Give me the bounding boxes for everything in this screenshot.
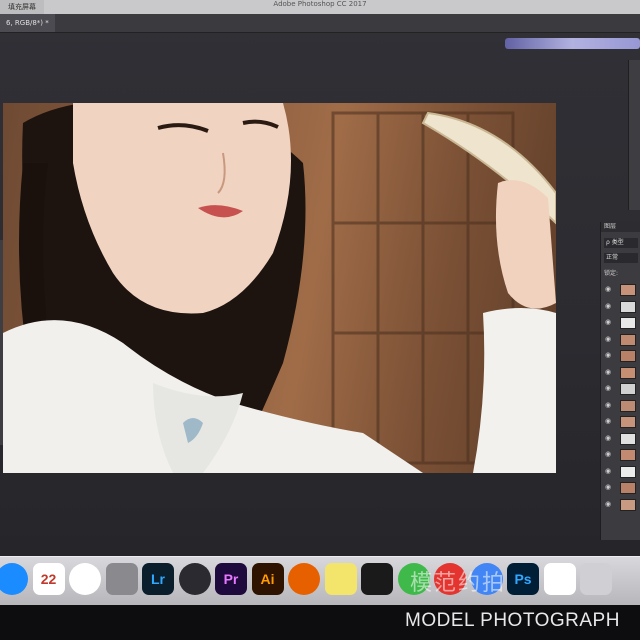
layer-row[interactable]: ◉ <box>601 332 640 346</box>
visibility-eye-icon[interactable]: ◉ <box>605 285 613 293</box>
finder-window-icon[interactable] <box>543 563 576 595</box>
portrait-photo <box>3 103 556 473</box>
stickies-icon[interactable] <box>324 563 357 595</box>
layer-thumbnail <box>620 366 636 379</box>
app-title: Adobe Photoshop CC 2017 <box>273 0 367 8</box>
visibility-eye-icon[interactable]: ◉ <box>605 318 613 326</box>
document-info[interactable]: 6, RGB/8*) * <box>0 14 55 32</box>
layer-row[interactable]: ◉ <box>601 497 640 511</box>
visibility-eye-icon[interactable]: ◉ <box>605 500 613 508</box>
lock-label: 锁定: <box>604 270 619 277</box>
layer-thumbnail <box>620 383 636 395</box>
layer-thumbnail <box>620 498 636 511</box>
visibility-eye-icon[interactable]: ◉ <box>605 483 613 491</box>
layer-thumbnail <box>620 449 636 461</box>
layer-row[interactable]: ◉ <box>601 315 640 329</box>
layer-row[interactable]: ◉ <box>601 348 640 362</box>
blend-mode-select[interactable]: 正常 <box>604 253 638 263</box>
layer-row[interactable]: ◉ <box>601 398 640 412</box>
visibility-eye-icon[interactable]: ◉ <box>605 302 613 310</box>
layer-row[interactable]: ◉ <box>601 480 640 494</box>
qq-icon[interactable] <box>361 563 393 595</box>
photoshop-icon[interactable]: Ps <box>507 563 539 595</box>
layer-thumbnail <box>620 350 636 362</box>
system-preferences-icon[interactable] <box>105 563 138 595</box>
davinci-resolve-icon[interactable] <box>178 563 211 595</box>
safari-icon[interactable] <box>0 563 28 595</box>
layer-row[interactable]: ◉ <box>601 365 640 379</box>
layer-thumbnail <box>620 399 636 412</box>
dock: 22 Lr Pr Ai Ps <box>0 556 640 605</box>
lightroom-icon[interactable]: Lr <box>142 563 174 595</box>
layer-row[interactable]: ◉ <box>601 282 640 296</box>
visibility-eye-icon[interactable]: ◉ <box>605 450 613 458</box>
visibility-eye-icon[interactable]: ◉ <box>605 368 613 376</box>
trash-icon[interactable] <box>580 563 612 595</box>
watermark-logo: 模范约拍 <box>410 571 507 596</box>
layers-panel[interactable]: 图层 ρ 类型 正常 锁定: ◉ ◉ ◉ ◉ ◉ ◉ ◉ ◉ ◉ ◉ ◉ ◉ ◉ ◉ <box>600 222 640 540</box>
layer-thumbnail <box>620 317 636 329</box>
layer-row[interactable]: ◉ <box>601 381 640 395</box>
layer-row[interactable]: ◉ <box>601 414 640 428</box>
layer-thumbnail <box>620 416 636 428</box>
photo-canvas[interactable] <box>3 103 556 473</box>
premiere-icon[interactable]: Pr <box>215 563 247 595</box>
visibility-eye-icon[interactable]: ◉ <box>605 434 613 442</box>
photos-icon[interactable] <box>69 563 101 595</box>
calendar-icon[interactable]: 22 <box>32 563 65 595</box>
layer-row[interactable]: ◉ <box>601 447 640 461</box>
visibility-eye-icon[interactable]: ◉ <box>605 384 613 392</box>
visibility-eye-icon[interactable]: ◉ <box>605 417 613 425</box>
visibility-eye-icon[interactable]: ◉ <box>605 401 613 409</box>
illustrator-icon[interactable]: Ai <box>251 563 284 595</box>
layer-thumbnail <box>620 333 636 346</box>
layer-thumbnail <box>620 482 636 494</box>
options-bar-highlight <box>505 38 640 49</box>
title-bar: 填充屏幕 Adobe Photoshop CC 2017 <box>0 0 640 14</box>
layer-filter-input[interactable]: ρ 类型 <box>604 238 638 248</box>
layers-panel-title[interactable]: 图层 <box>601 222 640 232</box>
layer-row[interactable]: ◉ <box>601 299 640 313</box>
layer-thumbnail <box>620 300 636 313</box>
layer-row[interactable]: ◉ <box>601 431 640 445</box>
layer-thumbnail <box>620 284 636 296</box>
firefox-icon[interactable] <box>288 563 320 595</box>
watermark-text: MODEL PHOTOGRAPH <box>405 610 620 631</box>
monitor-screen: 填充屏幕 Adobe Photoshop CC 2017 6, RGB/8*) … <box>0 0 640 560</box>
visibility-eye-icon[interactable]: ◉ <box>605 467 613 475</box>
right-collapsed-panel[interactable] <box>628 60 640 210</box>
layer-thumbnail <box>620 432 636 445</box>
layer-thumbnail <box>620 465 636 478</box>
visibility-eye-icon[interactable]: ◉ <box>605 351 613 359</box>
visibility-eye-icon[interactable]: ◉ <box>605 335 613 343</box>
layer-row[interactable]: ◉ <box>601 464 640 478</box>
document-tab-strip: 6, RGB/8*) * <box>0 14 640 33</box>
